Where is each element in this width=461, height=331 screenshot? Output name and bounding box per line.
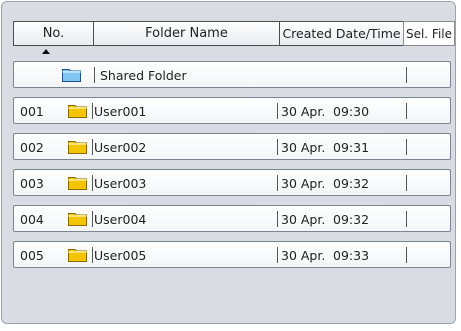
column-separator (277, 175, 278, 191)
folder-row[interactable]: 002 User002 30 Apr. 09:31 (13, 133, 451, 160)
yellow-folder-icon (68, 105, 87, 118)
folder-number: 003 (20, 176, 44, 191)
folder-number: 002 (20, 140, 44, 155)
created-date: 30 Apr. (281, 104, 326, 119)
column-separator (406, 139, 407, 155)
folder-number: 005 (20, 248, 44, 263)
column-separator (94, 67, 95, 83)
folder-name: User005 (94, 248, 147, 263)
sort-by-created-date-button[interactable]: Created Date/Time (279, 21, 404, 46)
blue-folder-icon (62, 69, 81, 82)
column-separator (277, 139, 278, 155)
column-separator (92, 103, 93, 119)
created-time: 09:32 (333, 176, 370, 191)
folder-row[interactable]: 004 User004 30 Apr. 09:32 (13, 205, 451, 232)
yellow-folder-icon (68, 141, 87, 154)
created-time: 09:31 (333, 140, 370, 155)
folder-row[interactable]: 001 User001 30 Apr. 09:30 (13, 97, 451, 124)
sort-ascending-arrow-icon (42, 49, 50, 54)
created-date: 30 Apr. (281, 140, 326, 155)
sort-by-folder-name-button[interactable]: Folder Name (93, 21, 280, 46)
created-time: 09:32 (333, 212, 370, 227)
folder-name: User004 (94, 212, 147, 227)
folder-name: User003 (94, 176, 147, 191)
column-separator (406, 211, 407, 227)
yellow-folder-icon (68, 249, 87, 262)
yellow-folder-icon (68, 177, 87, 190)
folder-list-panel: No. Folder Name Created Date/Time Sel. F… (1, 1, 456, 324)
folder-number: 004 (20, 212, 44, 227)
created-date: 30 Apr. (281, 212, 326, 227)
selected-file-tab[interactable]: Sel. File (403, 21, 455, 46)
column-separator (406, 175, 407, 191)
created-time: 09:30 (333, 104, 370, 119)
column-separator (92, 247, 93, 263)
column-separator (277, 247, 278, 263)
yellow-folder-icon (68, 213, 87, 226)
sort-by-number-button[interactable]: No. (13, 21, 94, 46)
folder-name: User001 (94, 104, 147, 119)
column-separator (277, 103, 278, 119)
folder-name: User002 (94, 140, 147, 155)
column-separator (92, 211, 93, 227)
created-time: 09:33 (333, 248, 370, 263)
column-separator (92, 175, 93, 191)
column-header-bar: No. Folder Name Created Date/Time Sel. F… (13, 21, 455, 46)
folder-row[interactable]: 005 User005 30 Apr. 09:33 (13, 241, 451, 268)
column-separator (92, 139, 93, 155)
folder-row[interactable]: 003 User003 30 Apr. 09:32 (13, 169, 451, 196)
created-date: 30 Apr. (281, 248, 326, 263)
column-separator (406, 103, 407, 119)
column-separator (277, 211, 278, 227)
folder-number: 001 (20, 104, 44, 119)
column-separator (406, 67, 407, 83)
shared-folder-row[interactable]: Shared Folder (13, 61, 451, 88)
column-separator (406, 247, 407, 263)
created-date: 30 Apr. (281, 176, 326, 191)
shared-folder-label: Shared Folder (100, 68, 187, 83)
